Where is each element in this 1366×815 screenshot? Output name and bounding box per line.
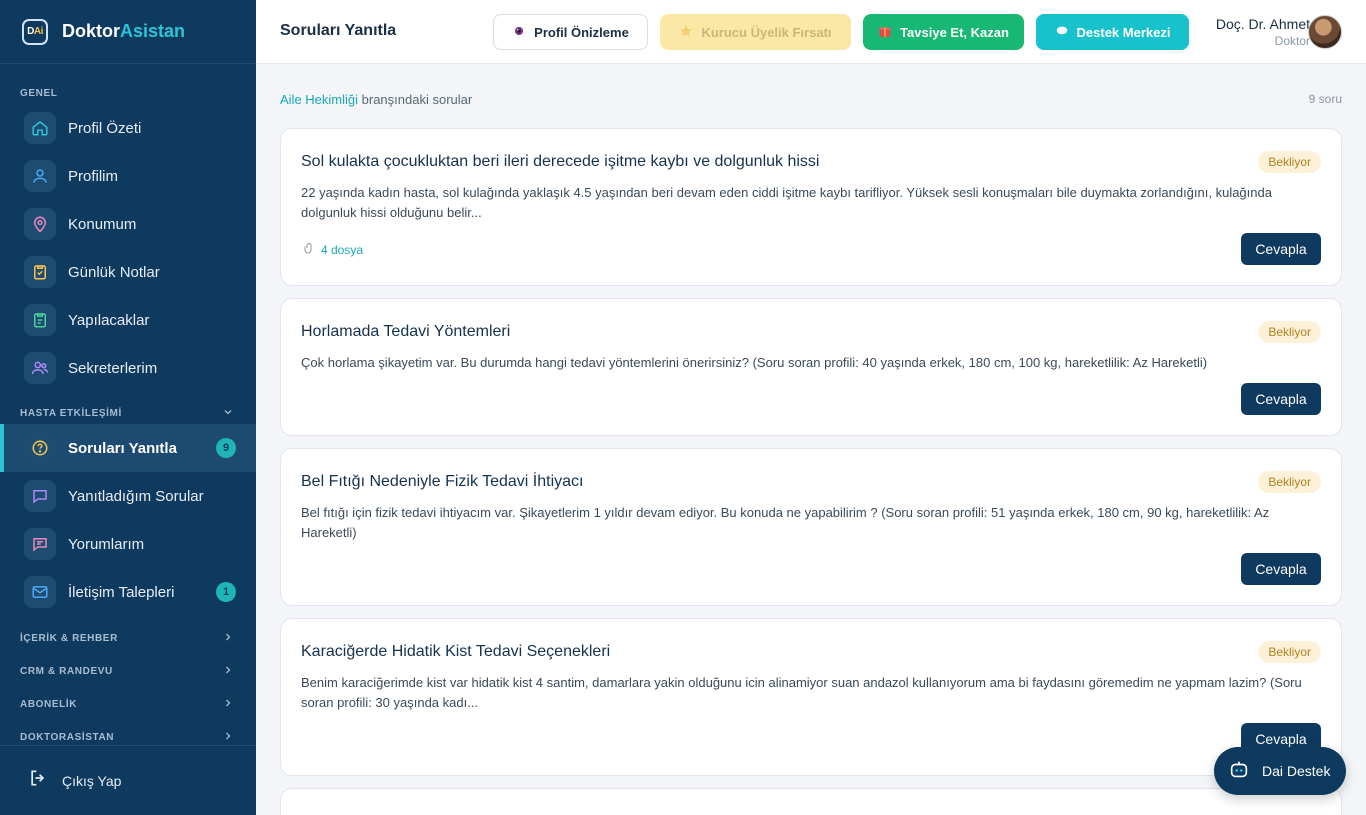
reply-button[interactable]: Cevapla bbox=[1241, 553, 1321, 585]
status-badge: Bekliyor bbox=[1258, 151, 1321, 173]
sidebar: D Ai DoktorAsistan GENEL Profil Özeti Pro… bbox=[0, 0, 256, 815]
section-content-guide[interactable]: İÇERİK & REHBER bbox=[0, 631, 256, 645]
chevron-down-icon bbox=[222, 406, 234, 421]
question-card bbox=[280, 788, 1342, 815]
user-icon bbox=[24, 160, 56, 192]
reply-button[interactable]: Cevapla bbox=[1241, 383, 1321, 415]
users-icon bbox=[24, 352, 56, 384]
profile-preview-button[interactable]: Profil Önizleme bbox=[493, 14, 648, 50]
question-body: Bel fıtığı için fizik tedavi ihtiyacım v… bbox=[301, 505, 1270, 540]
message-icon bbox=[24, 480, 56, 512]
status-badge: Bekliyor bbox=[1258, 471, 1321, 493]
section-patient-label[interactable]: HASTA ETKİLEŞİMİ bbox=[0, 406, 256, 420]
section-crm-appointment[interactable]: CRM & RANDEVU bbox=[0, 664, 256, 678]
reply-button[interactable]: Cevapla bbox=[1241, 233, 1321, 265]
chevron-right-icon bbox=[222, 664, 234, 679]
sidebar-item-answered-questions[interactable]: Yanıtladığım Sorular bbox=[0, 472, 256, 520]
question-body: Benim karaciğerimde kist var hidatik kis… bbox=[301, 675, 1302, 710]
checklist-icon bbox=[24, 304, 56, 336]
brand-name: DoktorAsistan bbox=[62, 21, 186, 41]
question-body: 22 yaşında kadın hasta, sol kulağında ya… bbox=[301, 185, 1272, 220]
question-title[interactable]: Bel Fıtığı Nedeniyle Fizik Tedavi İhtiya… bbox=[301, 473, 584, 491]
branch-info: Aile Hekimliği branşındaki sorular bbox=[280, 92, 473, 107]
count-badge: 1 bbox=[216, 582, 236, 602]
question-title[interactable]: Sol kulakta çocukluktan beri ileri derec… bbox=[301, 153, 819, 171]
branch-link[interactable]: Aile Hekimliği bbox=[280, 92, 358, 107]
user-name[interactable]: Doç. Dr. Ahmet bbox=[1216, 16, 1310, 32]
sidebar-item-todos[interactable]: Yapılacaklar bbox=[0, 296, 256, 344]
chevron-right-icon bbox=[222, 697, 234, 712]
clipboard-check-icon bbox=[24, 256, 56, 288]
star-icon bbox=[679, 24, 693, 41]
question-body: Çok horlama şikayetim var. Bu durumda ha… bbox=[301, 355, 1208, 370]
question-card: Karaciğerde Hidatik Kist Tedavi Seçenekl… bbox=[280, 618, 1342, 776]
question-icon bbox=[24, 432, 56, 464]
attachments-link[interactable]: 4 dosya bbox=[303, 242, 363, 257]
robot-icon bbox=[1228, 759, 1250, 784]
gift-icon bbox=[878, 24, 892, 41]
chevron-right-icon bbox=[222, 631, 234, 646]
sidebar-item-profile-summary[interactable]: Profil Özeti bbox=[0, 104, 256, 152]
chat-bubble-icon bbox=[1055, 24, 1069, 41]
paperclip-icon bbox=[303, 242, 315, 257]
logo-mark-icon: D Ai bbox=[22, 18, 48, 45]
user-role: Doktor bbox=[1274, 34, 1310, 48]
mail-icon bbox=[24, 576, 56, 608]
sidebar-item-answer-questions[interactable]: Soruları Yanıtla 9 bbox=[0, 424, 256, 472]
status-badge: Bekliyor bbox=[1258, 641, 1321, 663]
location-pin-icon bbox=[24, 208, 56, 240]
section-general-label: GENEL bbox=[20, 87, 58, 99]
section-doktorasistan[interactable]: DOKTORASİSTAN bbox=[0, 730, 256, 744]
eye-icon bbox=[512, 24, 526, 41]
count-badge: 9 bbox=[216, 438, 236, 458]
home-icon bbox=[24, 112, 56, 144]
main-content: Aile Hekimliği branşındaki sorular 9 sor… bbox=[256, 64, 1366, 815]
avatar[interactable] bbox=[1308, 15, 1342, 49]
sidebar-item-location[interactable]: Konumum bbox=[0, 200, 256, 248]
brand-logo[interactable]: D Ai DoktorAsistan bbox=[0, 0, 256, 64]
comment-icon bbox=[24, 528, 56, 560]
section-subscription[interactable]: ABONELİK bbox=[0, 697, 256, 711]
page-title: Soruları Yanıtla bbox=[280, 22, 397, 39]
sidebar-item-my-profile[interactable]: Profilim bbox=[0, 152, 256, 200]
chevron-right-icon bbox=[222, 730, 234, 745]
sidebar-item-reviews[interactable]: Yorumlarım bbox=[0, 520, 256, 568]
question-count: 9 soru bbox=[1308, 92, 1342, 106]
question-title[interactable]: Karaciğerde Hidatik Kist Tedavi Seçenekl… bbox=[301, 643, 610, 661]
refer-earn-button[interactable]: Tavsiye Et, Kazan bbox=[863, 14, 1024, 50]
sidebar-item-contact-requests[interactable]: İletişim Talepleri 1 bbox=[0, 568, 256, 616]
sidebar-item-secretaries[interactable]: Sekreterlerim bbox=[0, 344, 256, 392]
sidebar-item-daily-notes[interactable]: Günlük Notlar bbox=[0, 248, 256, 296]
support-center-button[interactable]: Destek Merkezi bbox=[1036, 14, 1189, 50]
status-badge: Bekliyor bbox=[1258, 321, 1321, 343]
question-card: Horlamada Tedavi Yöntemleri Bekliyor Çok… bbox=[280, 298, 1342, 436]
founder-membership-button[interactable]: Kurucu Üyelik Fırsatı bbox=[660, 14, 851, 50]
logout-button[interactable]: Çıkış Yap bbox=[0, 745, 256, 815]
question-card: Bel Fıtığı Nedeniyle Fizik Tedavi İhtiya… bbox=[280, 448, 1342, 606]
question-title[interactable]: Horlamada Tedavi Yöntemleri bbox=[301, 323, 510, 341]
top-header: Soruları Yanıtla Profil Önizleme Kurucu … bbox=[256, 0, 1366, 64]
dai-support-button[interactable]: Dai Destek bbox=[1214, 747, 1346, 795]
question-card: Sol kulakta çocukluktan beri ileri derec… bbox=[280, 128, 1342, 286]
logout-icon bbox=[28, 768, 48, 793]
